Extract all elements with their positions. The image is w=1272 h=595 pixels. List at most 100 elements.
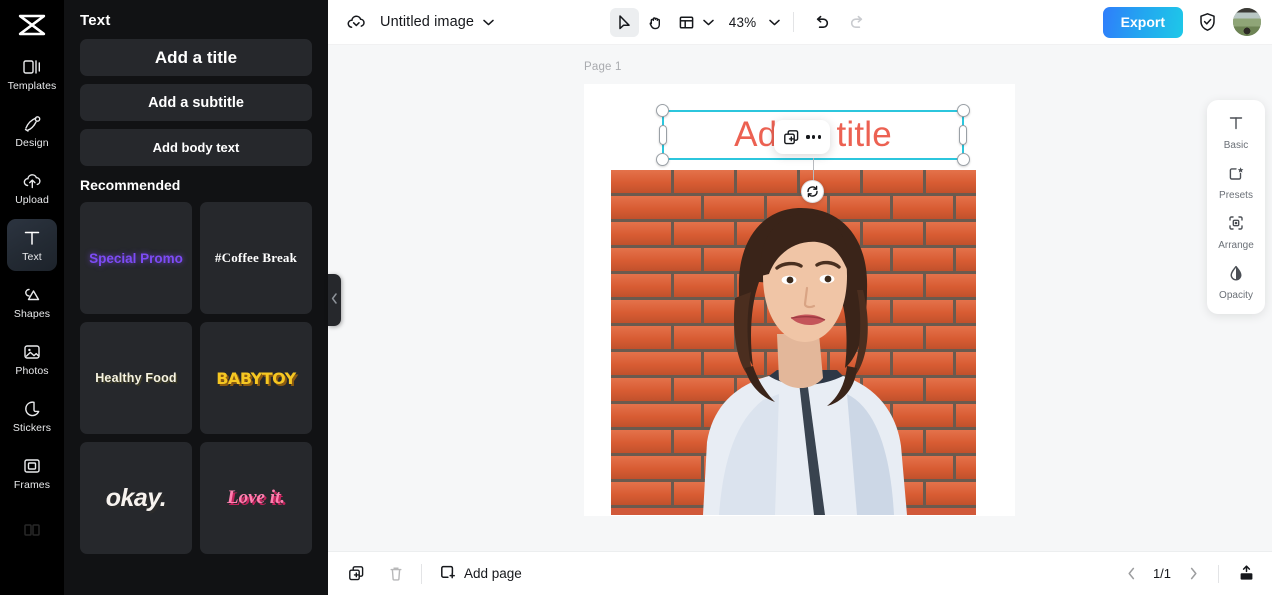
more-panels-icon — [22, 519, 42, 541]
sidebar-item-label: Photos — [15, 365, 49, 377]
bottom-toolbar: Add page 1/1 — [328, 551, 1272, 595]
panel-collapse-handle[interactable] — [328, 274, 341, 326]
chevron-down-icon[interactable] — [483, 19, 494, 26]
cloud-save-icon[interactable] — [344, 10, 368, 34]
sidebar-item-frames[interactable]: Frames — [7, 447, 57, 499]
capcut-editor: Templates Design Upload Text Shapes Phot… — [0, 0, 1272, 595]
more-options-icon[interactable] — [806, 135, 821, 139]
sidebar-item-upload[interactable]: Upload — [7, 162, 57, 214]
presets-icon — [1227, 164, 1245, 187]
rotate-handle[interactable] — [801, 180, 824, 203]
sidebar-item-label: Frames — [13, 479, 51, 491]
page-indicator: 1/1 — [1152, 566, 1172, 581]
resize-handle-left[interactable] — [659, 125, 667, 145]
sidebar-item-shapes[interactable]: Shapes — [7, 276, 57, 328]
panel-item-arrange[interactable]: Arrange — [1207, 208, 1265, 258]
add-body-text-button[interactable]: Add body text — [80, 129, 312, 166]
design-icon — [22, 113, 42, 135]
prev-page-button[interactable] — [1119, 562, 1143, 586]
text-basic-icon — [1227, 114, 1245, 137]
frames-icon — [22, 455, 42, 477]
panel-item-opacity[interactable]: Opacity — [1207, 258, 1265, 308]
resize-handle-bottom-left[interactable] — [656, 153, 669, 166]
redo-button[interactable] — [842, 8, 871, 37]
sidebar-item-label: Shapes — [13, 308, 51, 320]
panel-item-label: Opacity — [1219, 290, 1253, 301]
page-label: Page 1 — [584, 61, 622, 73]
text-panel: Text Add a title Add a subtitle Add body… — [64, 0, 328, 595]
panel-item-label: Basic — [1223, 140, 1249, 151]
rotate-icon — [807, 185, 818, 198]
duplicate-page-button[interactable] — [342, 560, 370, 588]
templates-icon — [22, 56, 42, 78]
add-page-icon — [439, 564, 456, 584]
select-tool-button[interactable] — [609, 7, 639, 37]
duplicate-icon[interactable] — [783, 129, 800, 146]
preset-label: Healthy Food — [95, 371, 177, 385]
shapes-icon — [22, 284, 42, 306]
text-preset-tile[interactable]: Healthy Food — [80, 322, 192, 434]
panel-item-basic[interactable]: Basic — [1207, 108, 1265, 158]
export-page-button[interactable] — [1232, 560, 1260, 588]
sidebar-item-more[interactable] — [7, 504, 57, 556]
opacity-icon — [1227, 264, 1245, 287]
pager-divider — [1218, 564, 1219, 583]
add-page-button[interactable]: Add page — [439, 564, 522, 584]
recommended-grid: Special Promo #Coffee Break Healthy Food… — [80, 202, 312, 554]
zoom-level[interactable]: 43% — [729, 15, 757, 30]
chevron-left-icon — [331, 291, 338, 309]
text-preset-tile[interactable]: BABYTOY — [200, 322, 312, 434]
text-preset-tile[interactable]: #Coffee Break — [200, 202, 312, 314]
capcut-logo[interactable] — [12, 8, 52, 42]
element-context-menu — [774, 120, 830, 154]
text-preset-tile[interactable]: okay. — [80, 442, 192, 554]
resize-handle-top-left[interactable] — [656, 104, 669, 117]
add-title-button[interactable]: Add a title — [80, 39, 312, 76]
toolbar-divider — [793, 12, 795, 32]
canvas-area[interactable]: Page 1 Add title Basic Presets Arrange O… — [328, 45, 1272, 551]
avatar[interactable] — [1232, 8, 1261, 36]
panel-item-label: Presets — [1219, 190, 1253, 201]
sidebar-item-label: Text — [22, 251, 42, 263]
document-title[interactable]: Untitled image — [380, 14, 474, 30]
preset-label: Special Promo — [89, 250, 183, 266]
preset-label: Love it. — [226, 487, 286, 508]
layout-chevron-down-icon[interactable] — [702, 19, 714, 26]
text-icon — [22, 227, 42, 249]
sidebar-item-text[interactable]: Text — [7, 219, 57, 271]
preset-label: #Coffee Break — [214, 250, 298, 265]
export-button[interactable]: Export — [1102, 6, 1183, 38]
add-subtitle-button[interactable]: Add a subtitle — [80, 84, 312, 121]
upload-cloud-icon — [22, 170, 43, 192]
delete-page-button[interactable] — [382, 560, 410, 588]
resize-handle-bottom-right[interactable] — [957, 153, 970, 166]
sidebar-item-design[interactable]: Design — [7, 105, 57, 157]
sidebar-item-templates[interactable]: Templates — [7, 48, 57, 100]
stickers-icon — [22, 398, 42, 420]
sidebar-item-label: Templates — [7, 80, 57, 92]
zoom-chevron-down-icon[interactable] — [769, 19, 781, 26]
shield-check-icon[interactable] — [1193, 7, 1223, 37]
undo-redo-group — [807, 8, 871, 37]
preset-label: BABYTOY — [216, 368, 296, 388]
resize-handle-top-right[interactable] — [957, 104, 970, 117]
hand-tool-button[interactable] — [641, 8, 670, 37]
recommended-heading: Recommended — [80, 177, 181, 193]
resize-handle-right[interactable] — [959, 125, 967, 145]
canvas-photo[interactable] — [611, 170, 976, 515]
undo-button[interactable] — [807, 8, 836, 37]
text-preset-tile[interactable]: Love it. — [200, 442, 312, 554]
page-navigation: 1/1 — [1119, 560, 1260, 588]
sidebar-item-label: Design — [15, 137, 49, 149]
text-properties-panel: Basic Presets Arrange Opacity — [1207, 100, 1265, 314]
layout-tool-button[interactable] — [672, 8, 701, 37]
canvas-tools: 43% — [609, 7, 872, 37]
next-page-button[interactable] — [1181, 562, 1205, 586]
text-preset-tile[interactable]: Special Promo — [80, 202, 192, 314]
add-page-label: Add page — [464, 566, 522, 581]
panel-item-label: Arrange — [1218, 240, 1254, 251]
top-toolbar: Untitled image 43% Export — [328, 0, 1272, 45]
panel-item-presets[interactable]: Presets — [1207, 158, 1265, 208]
sidebar-item-stickers[interactable]: Stickers — [7, 390, 57, 442]
sidebar-item-photos[interactable]: Photos — [7, 333, 57, 385]
